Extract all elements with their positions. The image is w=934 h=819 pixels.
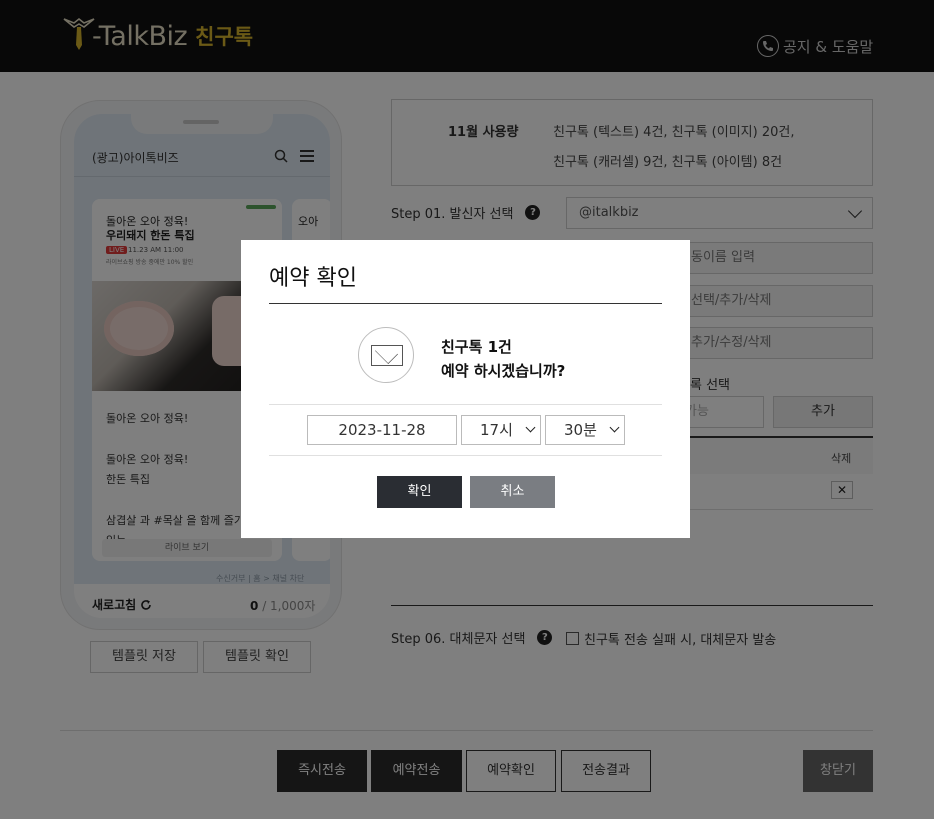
envelope-icon <box>358 327 414 383</box>
minute-value: 30분 <box>564 421 597 439</box>
modal-title-rule <box>269 303 662 304</box>
confirm-button[interactable]: 확인 <box>377 476 462 508</box>
chevron-down-icon <box>525 422 536 433</box>
cancel-button[interactable]: 취소 <box>470 476 555 508</box>
modal-title: 예약 확인 <box>269 266 357 291</box>
datetime-band-top <box>269 404 662 405</box>
reservation-confirm-dialog: 예약 확인 친구톡 1건 예약 하시겠습니까? 2023-11-28 17시 3… <box>241 240 690 538</box>
chevron-down-icon <box>609 422 620 433</box>
reserve-date-input[interactable]: 2023-11-28 <box>307 415 457 445</box>
modal-message-count: 친구톡 1건 <box>441 338 512 356</box>
reserve-minute-select[interactable]: 30분 <box>545 415 625 445</box>
datetime-band-bottom <box>269 455 662 456</box>
hour-value: 17시 <box>480 421 513 439</box>
reserve-hour-select[interactable]: 17시 <box>461 415 541 445</box>
envelope-shape <box>371 345 403 366</box>
modal-message-question: 예약 하시겠습니까? <box>441 362 566 380</box>
